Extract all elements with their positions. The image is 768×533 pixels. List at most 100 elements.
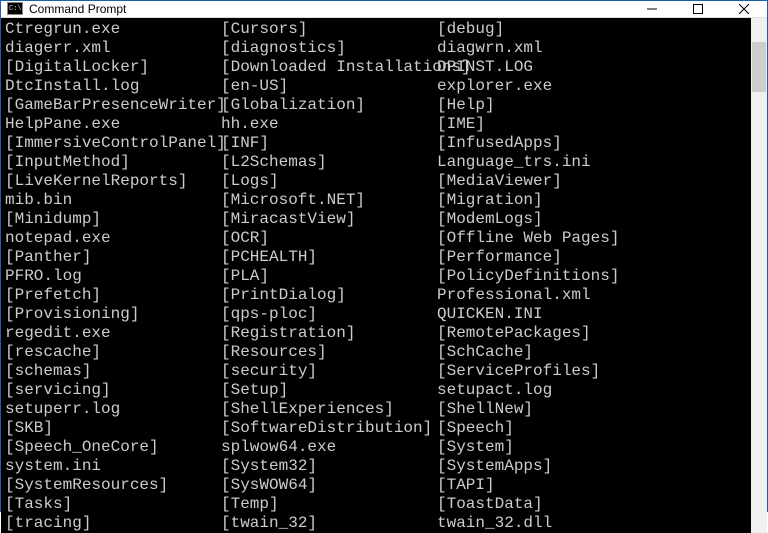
listing-cell: [PolicyDefinitions]	[437, 267, 619, 286]
listing-row: HelpPane.exe hh.exe [IME]	[5, 115, 751, 134]
listing-cell: Language_trs.ini	[437, 153, 591, 172]
listing-row: regedit.exe [Registration] [RemotePackag…	[5, 324, 751, 343]
listing-cell: [InputMethod]	[5, 153, 221, 172]
listing-cell: [SysWOW64]	[221, 476, 437, 495]
listing-cell: [SchCache]	[437, 343, 533, 362]
listing-cell: [Tasks]	[5, 495, 221, 514]
listing-row: [rescache] [Resources] [SchCache]	[5, 343, 751, 362]
listing-cell: [rescache]	[5, 343, 221, 362]
listing-cell: [diagnostics]	[221, 39, 437, 58]
listing-cell: diagerr.xml	[5, 39, 221, 58]
listing-cell: [Offline Web Pages]	[437, 229, 619, 248]
listing-cell: notepad.exe	[5, 229, 221, 248]
listing-cell: [OCR]	[221, 229, 437, 248]
listing-cell: [ModemLogs]	[437, 210, 543, 229]
listing-cell: [twain_32]	[221, 514, 437, 533]
listing-cell: [LiveKernelReports]	[5, 172, 221, 191]
listing-cell: [Panther]	[5, 248, 221, 267]
listing-cell: [DigitalLocker]	[5, 58, 221, 77]
listing-cell: [servicing]	[5, 381, 221, 400]
window-title: Command Prompt	[29, 2, 629, 16]
listing-cell: explorer.exe	[437, 77, 552, 96]
listing-cell: QUICKEN.INI	[437, 305, 543, 324]
listing-row: system.ini [System32] [SystemApps]	[5, 457, 751, 476]
listing-cell: [Performance]	[437, 248, 562, 267]
listing-cell: DtcInstall.log	[5, 77, 221, 96]
window-controls	[629, 1, 767, 17]
close-button[interactable]	[721, 1, 767, 17]
listing-cell: [Resources]	[221, 343, 437, 362]
listing-cell: [ShellNew]	[437, 400, 533, 419]
listing-cell: [Temp]	[221, 495, 437, 514]
minimize-button[interactable]	[629, 1, 675, 17]
listing-row: [ImmersiveControlPanel] [INF] [InfusedAp…	[5, 134, 751, 153]
listing-cell: [PrintDialog]	[221, 286, 437, 305]
listing-row: [DigitalLocker] [Downloaded Installation…	[5, 58, 751, 77]
listing-cell: [IME]	[437, 115, 485, 134]
listing-cell: [Downloaded Installations]	[221, 58, 437, 77]
listing-cell: [InfusedApps]	[437, 134, 562, 153]
listing-cell: [Help]	[437, 96, 495, 115]
listing-cell: twain_32.dll	[437, 514, 552, 533]
listing-cell: [Cursors]	[221, 20, 437, 39]
listing-cell: diagwrn.xml	[437, 39, 543, 58]
listing-cell: Ctregrun.exe	[5, 20, 221, 39]
listing-row: [LiveKernelReports] [Logs] [MediaViewer]	[5, 172, 751, 191]
listing-cell: setupact.log	[437, 381, 552, 400]
listing-cell: [RemotePackages]	[437, 324, 591, 343]
listing-row: notepad.exe [OCR] [Offline Web Pages]	[5, 229, 751, 248]
listing-cell: [debug]	[437, 20, 504, 39]
listing-cell: [Migration]	[437, 191, 543, 210]
listing-row: mib.bin [Microsoft.NET] [Migration]	[5, 191, 751, 210]
listing-cell: [GameBarPresenceWriter]	[5, 96, 221, 115]
vertical-scrollbar[interactable]	[751, 18, 767, 533]
listing-row: setuperr.log [ShellExperiences] [ShellNe…	[5, 400, 751, 419]
listing-cell: [en-US]	[221, 77, 437, 96]
listing-cell: [PLA]	[221, 267, 437, 286]
scrollbar-thumb[interactable]	[752, 42, 766, 92]
listing-cell: [L2Schemas]	[221, 153, 437, 172]
listing-cell: system.ini	[5, 457, 221, 476]
listing-cell: [ImmersiveControlPanel]	[5, 134, 221, 153]
listing-cell: [MediaViewer]	[437, 172, 562, 191]
app-icon: C:\	[7, 1, 23, 17]
listing-cell: [ToastData]	[437, 495, 543, 514]
listing-cell: PFRO.log	[5, 267, 221, 286]
listing-cell: mib.bin	[5, 191, 221, 210]
listing-cell: [Microsoft.NET]	[221, 191, 437, 210]
listing-row: [tracing] [twain_32] twain_32.dll	[5, 514, 751, 533]
listing-row: [Speech_OneCore] splwow64.exe [System]	[5, 438, 751, 457]
listing-row: [schemas] [security] [ServiceProfiles]	[5, 362, 751, 381]
listing-cell: regedit.exe	[5, 324, 221, 343]
console-output[interactable]: Ctregrun.exe [Cursors] [debug]diagerr.xm…	[1, 18, 751, 533]
listing-cell: [Registration]	[221, 324, 437, 343]
listing-cell: splwow64.exe	[221, 438, 437, 457]
listing-row: [servicing] [Setup] setupact.log	[5, 381, 751, 400]
listing-cell: DPINST.LOG	[437, 58, 533, 77]
listing-cell: [qps-ploc]	[221, 305, 437, 324]
listing-cell: [SKB]	[5, 419, 221, 438]
listing-row: diagerr.xml [diagnostics] diagwrn.xml	[5, 39, 751, 58]
maximize-button[interactable]	[675, 1, 721, 17]
listing-cell: hh.exe	[221, 115, 437, 134]
listing-cell: HelpPane.exe	[5, 115, 221, 134]
listing-row: [InputMethod] [L2Schemas] Language_trs.i…	[5, 153, 751, 172]
listing-cell: [Speech_OneCore]	[5, 438, 221, 457]
listing-cell: Professional.xml	[437, 286, 591, 305]
listing-row: [SKB] [SoftwareDistribution] [Speech]	[5, 419, 751, 438]
listing-cell: [System32]	[221, 457, 437, 476]
titlebar[interactable]: C:\ Command Prompt	[1, 1, 767, 18]
content-area: Ctregrun.exe [Cursors] [debug]diagerr.xm…	[1, 18, 767, 533]
listing-row: [Panther] [PCHEALTH] [Performance]	[5, 248, 751, 267]
listing-row: [Prefetch] [PrintDialog] Professional.xm…	[5, 286, 751, 305]
listing-cell: [Logs]	[221, 172, 437, 191]
command-prompt-window: C:\ Command Prompt Ctregrun.exe [Cursors…	[0, 0, 768, 512]
listing-cell: [security]	[221, 362, 437, 381]
listing-cell: [tracing]	[5, 514, 221, 533]
listing-row: [Minidump] [MiracastView] [ModemLogs]	[5, 210, 751, 229]
listing-cell: setuperr.log	[5, 400, 221, 419]
listing-cell: [MiracastView]	[221, 210, 437, 229]
svg-text:C:\: C:\	[9, 5, 22, 13]
listing-cell: [PCHEALTH]	[221, 248, 437, 267]
listing-cell: [System]	[437, 438, 514, 457]
